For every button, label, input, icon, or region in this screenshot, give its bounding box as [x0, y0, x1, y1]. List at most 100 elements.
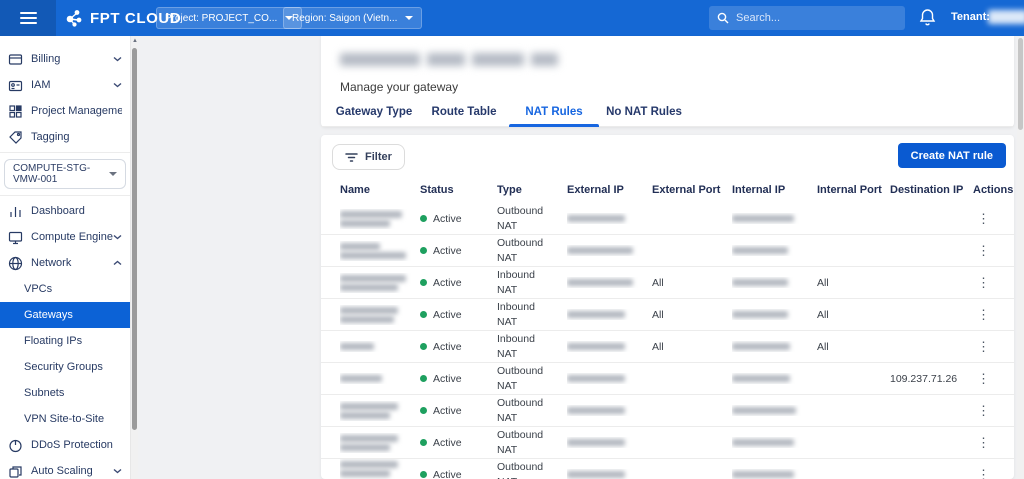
type-label: Inbound NAT [497, 300, 555, 328]
cell-actions: ⋮ [973, 275, 1014, 291]
chevron-down-icon [109, 172, 117, 176]
row-actions-kebab-menu[interactable]: ⋮ [973, 435, 994, 450]
page-subtitle: Manage your gateway [340, 80, 458, 94]
cell-internal-port: All [817, 341, 890, 353]
sidebar-item-subnets[interactable]: Subnets [0, 380, 130, 406]
sidebar-item-label: Tagging [31, 131, 122, 143]
cell-actions: ⋮ [973, 467, 1014, 479]
cell-external-ip [567, 437, 652, 448]
search-icon [717, 12, 729, 24]
cell-internal-port: All [817, 309, 890, 321]
redacted-text [340, 403, 398, 410]
type-label: Outbound NAT [497, 204, 555, 232]
type-label: Outbound NAT [497, 364, 555, 392]
redacted-text [567, 343, 625, 350]
type-label: Outbound NAT [497, 236, 555, 264]
sidebar-item-label: Project Management [31, 105, 122, 117]
sidebar-item-vpcs[interactable]: VPCs [0, 276, 130, 302]
vpc-scope-select[interactable]: COMPUTE-STG-VMW-001 [4, 159, 126, 189]
row-actions-kebab-menu[interactable]: ⋮ [973, 275, 994, 290]
sidebar-scrollbar[interactable]: ▲ [130, 36, 138, 479]
sidebar-item-ddos-protection[interactable]: DDoS Protection [0, 432, 130, 458]
cell-internal-ip [732, 437, 817, 448]
tab-route-table[interactable]: Route Table [419, 97, 509, 127]
status-label: Active [433, 469, 462, 479]
search-input[interactable] [736, 12, 886, 24]
row-actions-kebab-menu[interactable]: ⋮ [973, 371, 994, 386]
sidebar-item-billing[interactable]: Billing [0, 46, 130, 72]
cell-actions: ⋮ [973, 403, 1014, 419]
sidebar-item-floating-ips[interactable]: Floating IPs [0, 328, 130, 354]
sidebar-scrollbar-thumb[interactable] [132, 48, 137, 430]
status-dot-icon [420, 375, 427, 382]
row-actions-kebab-menu[interactable]: ⋮ [973, 339, 994, 354]
cell-name [340, 305, 420, 325]
project-selector-label: Project: PROJECT_CO... [165, 13, 277, 24]
compute-engine-icon [8, 230, 23, 245]
cell-type: Outbound NAT [497, 364, 567, 392]
sidebar-item-dashboard[interactable]: Dashboard [0, 198, 130, 224]
cell-external-ip [567, 469, 652, 479]
status-dot-icon [420, 439, 427, 446]
tenant-value-redacted [988, 10, 1024, 24]
cell-actions: ⋮ [973, 243, 1014, 259]
nat-rules-table-body: ActiveOutbound NAT⋮ActiveOutbound NAT⋮Ac… [321, 203, 1014, 479]
hamburger-menu-button[interactable] [0, 0, 56, 36]
sidebar-item-tagging[interactable]: Tagging [0, 124, 130, 150]
column-header-internal-ip: Internal IP [732, 184, 817, 196]
cell-status: Active [420, 469, 497, 479]
row-actions-kebab-menu[interactable]: ⋮ [973, 467, 994, 479]
cell-external-ip [567, 245, 652, 256]
row-actions-kebab-menu[interactable]: ⋮ [973, 307, 994, 322]
type-label: Outbound NAT [497, 428, 555, 456]
sidebar-item-network[interactable]: Network [0, 250, 130, 276]
tab-gateway-type[interactable]: Gateway Type [329, 97, 419, 127]
cell-status: Active [420, 213, 497, 225]
sidebar-item-label: Floating IPs [24, 335, 122, 347]
redacted-text [340, 412, 390, 419]
cell-status: Active [420, 437, 497, 449]
auto-scaling-icon [8, 464, 23, 479]
sidebar-item-auto-scaling[interactable]: Auto Scaling [0, 458, 130, 479]
create-nat-rule-button[interactable]: Create NAT rule [898, 143, 1006, 168]
table-row: ActiveInbound NATAllAll⋮ [321, 267, 1014, 299]
filter-button[interactable]: Filter [332, 144, 405, 170]
project-selector[interactable]: Project: PROJECT_CO... [156, 7, 302, 29]
tab-no-nat-rules[interactable]: No NAT Rules [599, 97, 689, 127]
cell-name [340, 373, 420, 384]
row-actions-kebab-menu[interactable]: ⋮ [973, 211, 994, 226]
column-header-name: Name [340, 184, 420, 196]
sidebar-item-security-groups[interactable]: Security Groups [0, 354, 130, 380]
sidebar-item-project-management[interactable]: Project Management [0, 98, 130, 124]
notifications-bell-icon[interactable] [919, 8, 936, 27]
sidebar-item-label: Subnets [24, 387, 122, 399]
sidebar-item-vpn-site-to-site[interactable]: VPN Site-to-Site [0, 406, 130, 432]
row-actions-kebab-menu[interactable]: ⋮ [973, 243, 994, 258]
status-label: Active [433, 405, 462, 417]
region-selector[interactable]: Region: Saigon (Vietn... [283, 7, 422, 29]
sidebar-item-compute-engine[interactable]: Compute Engine [0, 224, 130, 250]
cell-external-ip [567, 213, 652, 224]
top-bar: FPT CLOUD Project: PROJECT_CO... Region:… [0, 0, 1024, 36]
type-label: Outbound NAT [497, 460, 555, 479]
redacted-text [340, 307, 398, 314]
gateway-tabs: Gateway Type Route Table NAT Rules No NA… [329, 97, 689, 127]
page-scrollbar-thumb[interactable] [1018, 38, 1023, 130]
redacted-text [340, 316, 394, 323]
row-actions-kebab-menu[interactable]: ⋮ [973, 403, 994, 418]
sidebar-item-iam[interactable]: IAM [0, 72, 130, 98]
redacted-text [732, 343, 790, 350]
tag-icon [8, 130, 23, 145]
cell-actions: ⋮ [973, 307, 1014, 323]
status-dot-icon [420, 311, 427, 318]
sidebar-item-label: Dashboard [31, 205, 122, 217]
status-dot-icon [420, 247, 427, 254]
sidebar-item-gateways[interactable]: Gateways [0, 302, 130, 328]
global-search[interactable] [709, 6, 905, 30]
cell-name [340, 401, 420, 421]
page-scrollbar[interactable] [1017, 36, 1024, 479]
iam-icon [8, 78, 23, 93]
cell-status: Active [420, 277, 497, 289]
tab-nat-rules[interactable]: NAT Rules [509, 97, 599, 127]
cell-internal-ip [732, 373, 817, 384]
